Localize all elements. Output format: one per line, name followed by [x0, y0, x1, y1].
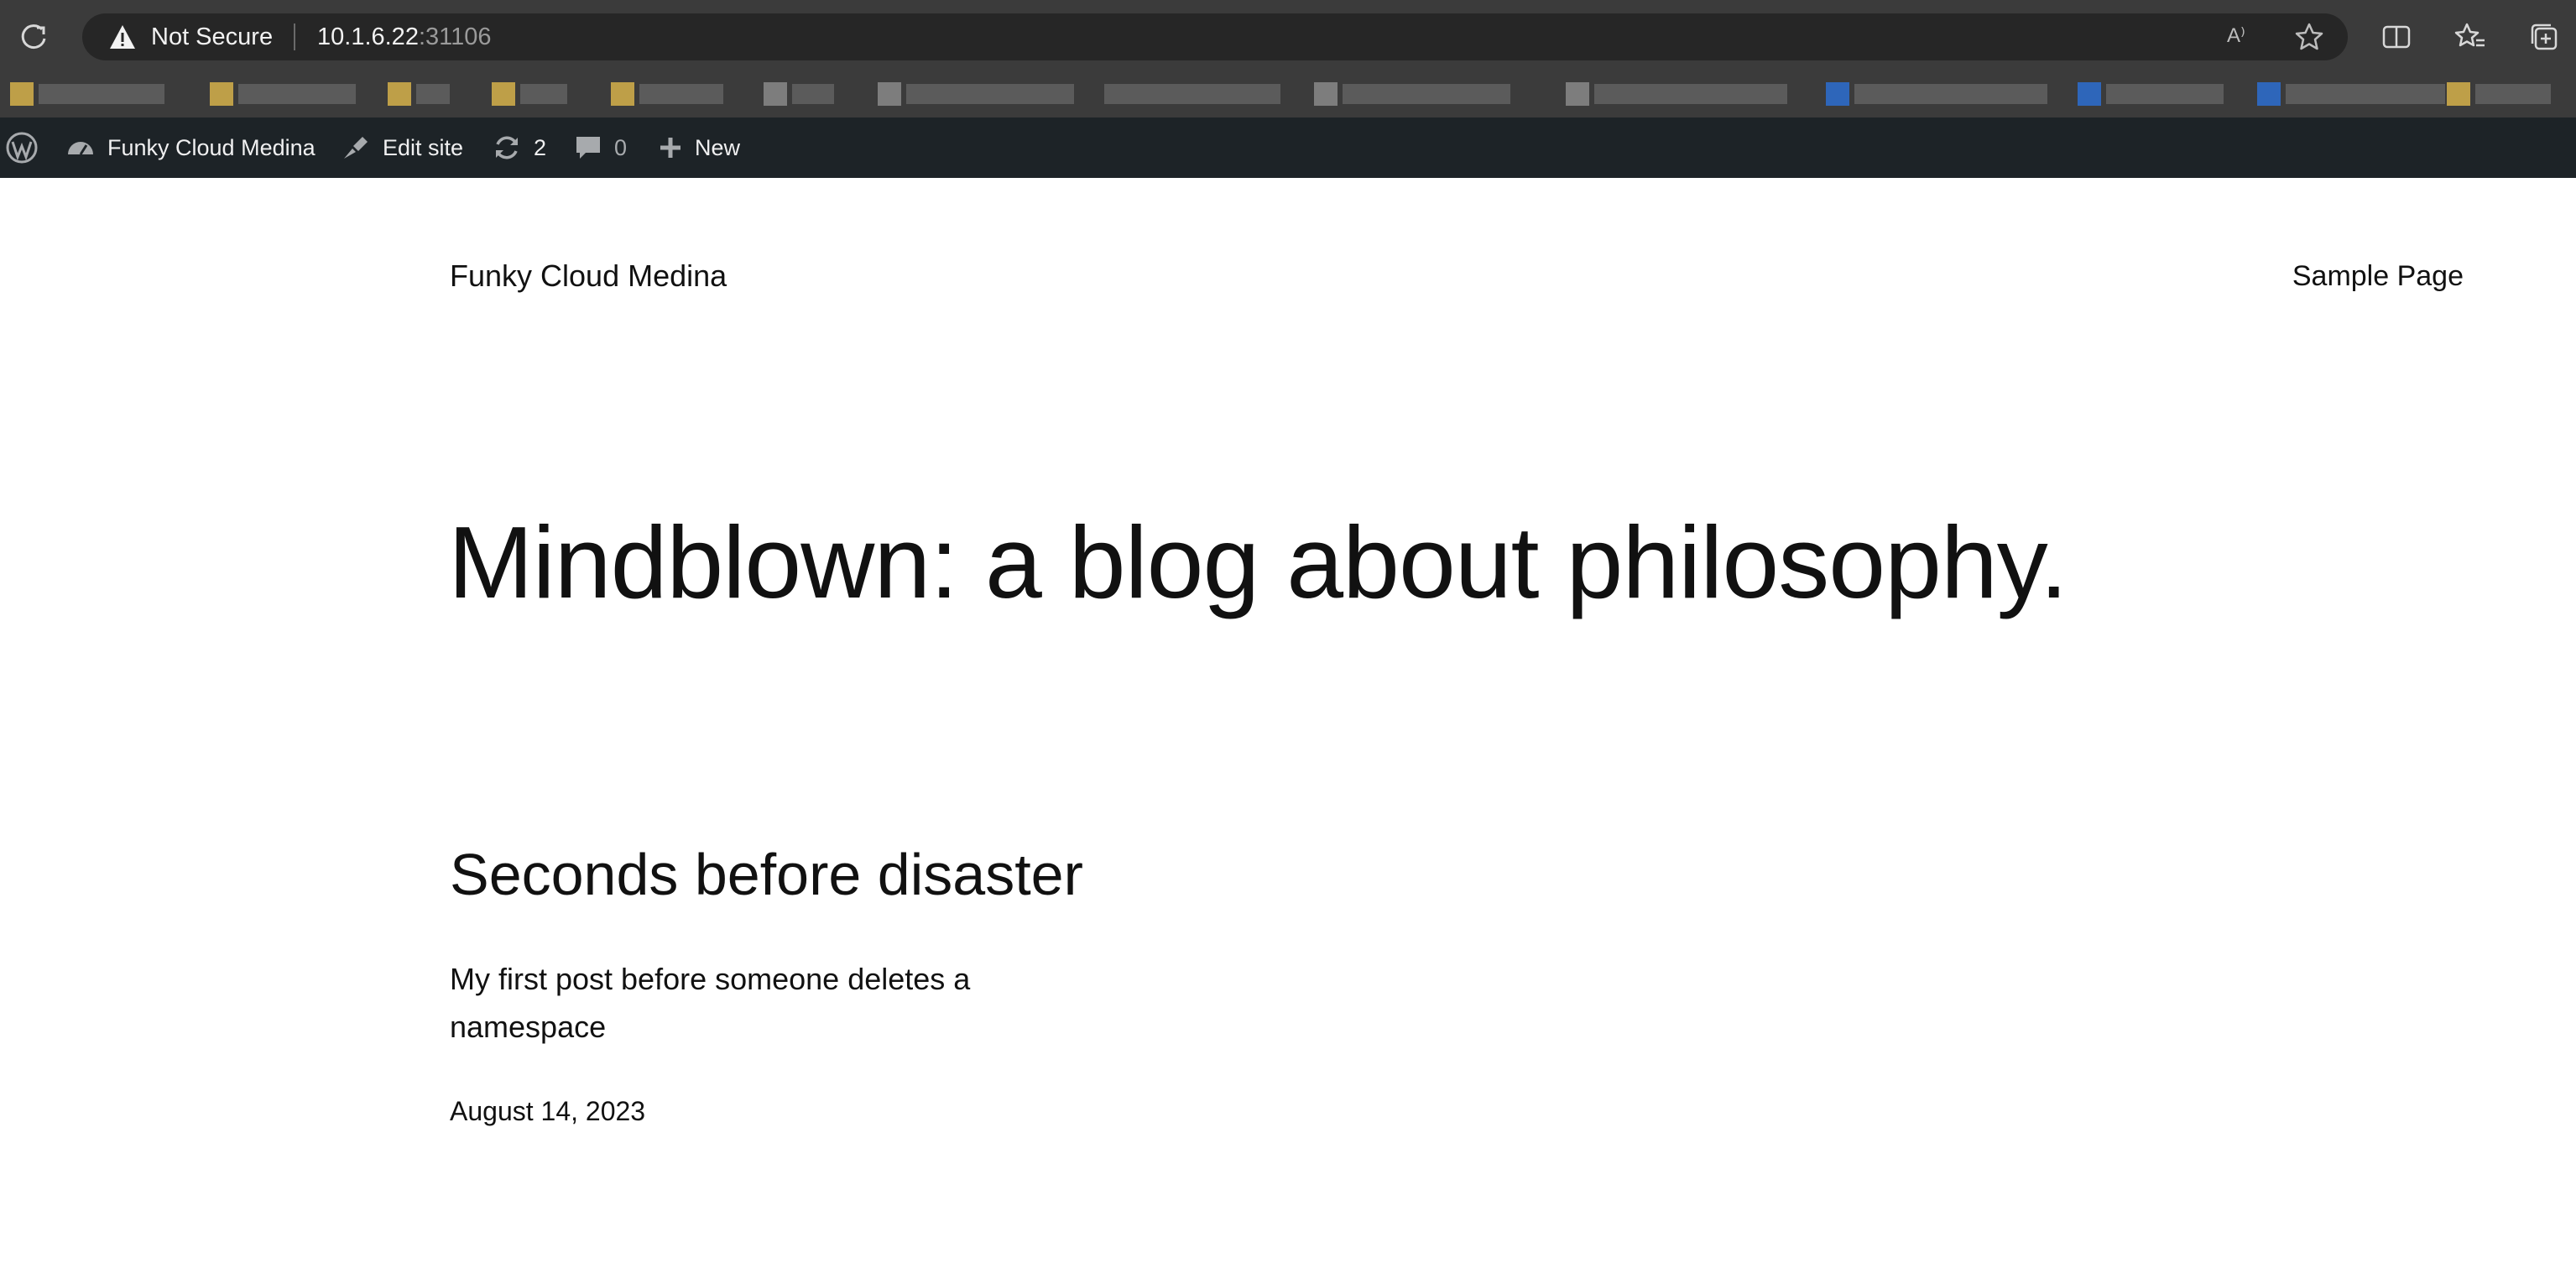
nav-link-sample-page[interactable]: Sample Page: [2292, 260, 2464, 293]
bookmark-item[interactable]: [2447, 81, 2551, 107]
site-name-menu[interactable]: Funky Cloud Medina: [65, 117, 315, 178]
bookmark-item[interactable]: [1104, 81, 1280, 107]
brush-icon: [339, 132, 371, 164]
url-host: 10.1.6.22: [317, 23, 419, 50]
favorites-icon[interactable]: [2453, 20, 2487, 54]
address-separator: [294, 23, 295, 50]
new-label: New: [695, 134, 741, 160]
bookmark-item[interactable]: [1566, 81, 1787, 107]
site-name-label: Funky Cloud Medina: [107, 134, 315, 160]
bookmark-item[interactable]: [492, 81, 567, 107]
comment-icon: [574, 133, 602, 162]
read-aloud-icon[interactable]: A⁾: [2227, 23, 2245, 48]
comments-count: 0: [614, 134, 628, 160]
bookmark-item[interactable]: [764, 81, 834, 107]
collections-icon[interactable]: [2527, 20, 2561, 54]
wp-admin-bar: Funky Cloud Medina Edit site 2 0 New: [0, 117, 2576, 178]
bookmarks-bar: [0, 74, 2576, 117]
bookmark-item[interactable]: [388, 81, 450, 107]
comments-link[interactable]: 0: [574, 117, 627, 178]
post-excerpt: My first post before someone deletes a n…: [450, 962, 971, 1044]
bookmark-item[interactable]: [10, 81, 164, 107]
security-label[interactable]: Not Secure: [151, 22, 273, 52]
plus-icon: [658, 135, 683, 160]
edit-site-label: Edit site: [383, 134, 464, 160]
star-icon[interactable]: [2294, 22, 2324, 52]
address-bar[interactable]: Not Secure 10.1.6.22:31106 A⁾: [82, 13, 2348, 60]
post-title[interactable]: Seconds before disaster: [450, 841, 1083, 908]
bookmark-item[interactable]: [878, 81, 1074, 107]
site-title[interactable]: Funky Cloud Medina: [450, 258, 727, 294]
url-port: :31106: [418, 23, 492, 50]
bookmark-item[interactable]: [2078, 81, 2224, 107]
edit-site-link[interactable]: Edit site: [339, 117, 463, 178]
updates-count: 2: [534, 134, 547, 160]
url-text[interactable]: 10.1.6.22:31106: [317, 22, 492, 52]
bookmark-item[interactable]: [210, 81, 356, 107]
post-date[interactable]: August 14, 2023: [450, 1096, 645, 1127]
updates-link[interactable]: 2: [492, 117, 546, 178]
dashboard-icon: [65, 133, 96, 163]
new-content-menu[interactable]: New: [658, 117, 740, 178]
bookmark-item[interactable]: [611, 81, 723, 107]
bookmark-item[interactable]: [1314, 81, 1510, 107]
reload-icon[interactable]: [17, 20, 50, 54]
wordpress-logo-icon[interactable]: [5, 117, 39, 178]
split-screen-icon[interactable]: [2380, 20, 2413, 54]
bookmark-item[interactable]: [2257, 81, 2445, 107]
warning-icon: [109, 24, 136, 50]
browser-toolbar: Not Secure 10.1.6.22:31106 A⁾: [0, 0, 2576, 74]
hero-heading: Mindblown: a blog about philosophy.: [448, 505, 2068, 619]
bookmark-item[interactable]: [1826, 81, 2047, 107]
updates-icon: [492, 133, 522, 163]
